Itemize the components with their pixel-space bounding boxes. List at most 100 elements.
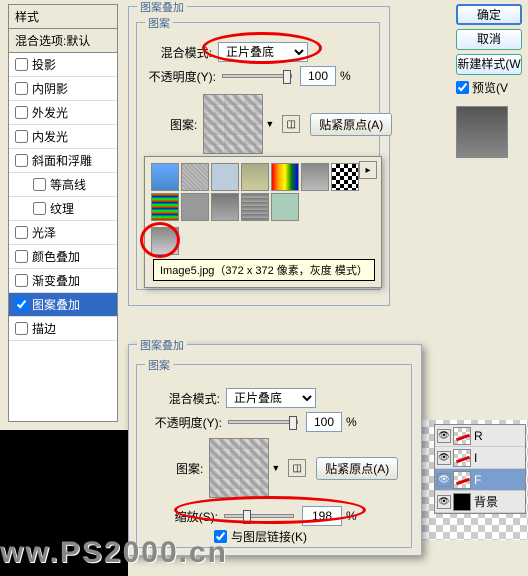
swatch-tooltip: Image5.jpg（372 x 372 像素，灰度 模式） (153, 259, 375, 281)
swatch-3[interactable] (211, 163, 239, 191)
blend-mode-row-bottom: 混合模式: 正片叠底 (160, 388, 316, 408)
eye-icon[interactable]: 👁 (437, 429, 451, 443)
cb-drop-shadow[interactable] (15, 58, 28, 71)
cb-bevel[interactable] (15, 154, 28, 167)
dialog-buttons: 确定 取消 新建样式(W 预览(V (456, 4, 524, 158)
chevron-down-icon[interactable]: ▼ (265, 119, 274, 129)
swatch-1[interactable] (151, 163, 179, 191)
ok-button[interactable]: 确定 (456, 4, 522, 25)
layers-panel: 👁 R 👁 I 👁 F 👁 背景 (434, 424, 526, 514)
layer-r[interactable]: 👁 R (435, 425, 525, 447)
styles-header: 样式 (9, 5, 117, 29)
legend-inner-bottom: 图案 (145, 357, 173, 373)
layer-bg[interactable]: 👁 背景 (435, 491, 525, 513)
link-layer-label: 与图层链接(K) (231, 528, 307, 545)
eye-icon[interactable]: 👁 (437, 473, 451, 487)
preview-row: 预览(V (456, 79, 524, 96)
layer-thumb-bg[interactable] (453, 493, 471, 511)
opacity-input-top[interactable] (300, 66, 336, 86)
scale-label: 缩放(S): (168, 508, 218, 525)
blend-options-default[interactable]: 混合选项:默认 (9, 29, 117, 53)
style-bevel[interactable]: 斜面和浮雕 (9, 149, 117, 173)
style-drop-shadow[interactable]: 投影 (9, 53, 117, 77)
new-style-button[interactable]: 新建样式(W (456, 54, 522, 75)
pct-label-b: % (346, 415, 357, 429)
style-inner-glow[interactable]: 内发光 (9, 125, 117, 149)
pct-label-s: % (346, 509, 357, 523)
pattern-preview-bottom[interactable] (209, 438, 269, 498)
cancel-button[interactable]: 取消 (456, 29, 522, 50)
layer-thumb-r[interactable] (453, 427, 471, 445)
layer-f[interactable]: 👁 F (435, 469, 525, 491)
new-preset-icon[interactable]: ◫ (282, 115, 300, 133)
style-gradient-overlay[interactable]: 渐变叠加 (9, 269, 117, 293)
legend-inner-top: 图案 (145, 15, 173, 31)
swatch-12[interactable] (271, 193, 299, 221)
pattern-row-bottom: 图案: ▼ ◫ 贴紧原点(A) (176, 438, 398, 498)
swatch-9[interactable] (181, 193, 209, 221)
chevron-down-icon-b[interactable]: ▼ (271, 463, 280, 473)
cb-stroke[interactable] (15, 322, 28, 335)
cb-texture[interactable] (33, 202, 46, 215)
cb-outer-glow[interactable] (15, 106, 28, 119)
blend-mode-label: 混合模式: (152, 44, 212, 61)
new-preset-icon-b[interactable]: ◫ (288, 459, 306, 477)
blend-mode-row-top: 混合模式: 正片叠底 (152, 42, 308, 62)
opacity-input-bottom[interactable] (306, 412, 342, 432)
style-inner-shadow[interactable]: 内阴影 (9, 77, 117, 101)
swatch-6[interactable] (301, 163, 329, 191)
opacity-label-top: 不透明度(Y): (146, 68, 216, 85)
opacity-slider-top[interactable] (222, 74, 292, 78)
layer-i[interactable]: 👁 I (435, 447, 525, 469)
swatch-8[interactable] (151, 193, 179, 221)
swatch-7[interactable] (331, 163, 359, 191)
eye-icon[interactable]: 👁 (437, 495, 451, 509)
cb-contour[interactable] (33, 178, 46, 191)
cb-pattern-overlay[interactable] (15, 298, 28, 311)
legend-outer-bottom: 图案叠加 (137, 337, 187, 353)
snap-origin-btn-top[interactable]: 贴紧原点(A) (310, 113, 392, 136)
layer-name-i: I (474, 451, 477, 465)
layer-thumb-i[interactable] (453, 449, 471, 467)
pattern-preview-top[interactable] (203, 94, 263, 154)
opacity-row-bottom: 不透明度(Y): % (152, 412, 357, 432)
style-color-overlay[interactable]: 颜色叠加 (9, 245, 117, 269)
scale-input[interactable] (302, 506, 342, 526)
opacity-row-top: 不透明度(Y): % (146, 66, 351, 86)
swatch-5[interactable] (271, 163, 299, 191)
snap-origin-btn-bottom[interactable]: 贴紧原点(A) (316, 457, 398, 480)
pattern-label-top: 图案: (170, 116, 197, 133)
style-pattern-overlay[interactable]: 图案叠加 (9, 293, 117, 317)
swatch-11[interactable] (241, 193, 269, 221)
swatch-grid (145, 157, 381, 227)
cb-inner-glow[interactable] (15, 130, 28, 143)
cb-satin[interactable] (15, 226, 28, 239)
pattern-label-b: 图案: (176, 460, 203, 477)
scale-slider[interactable] (224, 514, 294, 518)
cb-inner-shadow[interactable] (15, 82, 28, 95)
layer-name-bg: 背景 (474, 493, 498, 510)
eye-icon[interactable]: 👁 (437, 451, 451, 465)
preview-checkbox[interactable] (456, 81, 469, 94)
style-satin[interactable]: 光泽 (9, 221, 117, 245)
pattern-row-top: 图案: ▼ ◫ 贴紧原点(A) (170, 94, 392, 154)
style-texture[interactable]: 纹理 (9, 197, 117, 221)
style-contour[interactable]: 等高线 (9, 173, 117, 197)
preview-label: 预览(V (472, 79, 508, 96)
opacity-slider-bottom[interactable] (228, 420, 298, 424)
layer-thumb-f[interactable] (453, 471, 471, 489)
blend-mode-select-bottom[interactable]: 正片叠底 (226, 388, 316, 408)
swatch-selected[interactable] (151, 227, 179, 255)
cb-color-overlay[interactable] (15, 250, 28, 263)
style-stroke[interactable]: 描边 (9, 317, 117, 341)
swatch-10[interactable] (211, 193, 239, 221)
preview-thumbnail (456, 106, 508, 158)
swatch-4[interactable] (241, 163, 269, 191)
picker-menu-icon[interactable]: ▸ (359, 161, 377, 179)
watermark: ww.PS2000.cn (0, 536, 228, 570)
blend-mode-select-top[interactable]: 正片叠底 (218, 42, 308, 62)
style-outer-glow[interactable]: 外发光 (9, 101, 117, 125)
layer-name-r: R (474, 429, 483, 443)
cb-gradient-overlay[interactable] (15, 274, 28, 287)
swatch-2[interactable] (181, 163, 209, 191)
